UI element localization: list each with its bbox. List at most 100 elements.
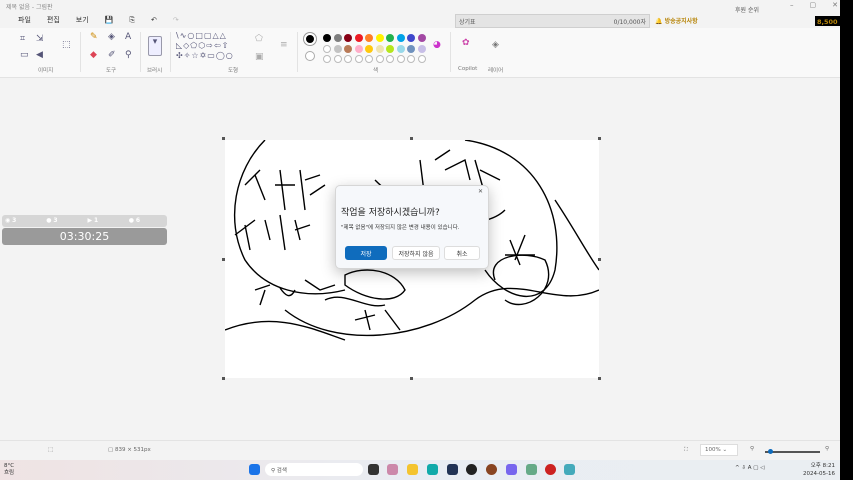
color-swatch[interactable] [323,34,331,42]
zoom-in-icon[interactable]: ⚲ [825,446,829,452]
copilot-taskbar-icon[interactable] [387,464,398,475]
fit-icon[interactable]: ⛶ [684,447,688,454]
color-swatch[interactable] [407,55,415,63]
tray-icons[interactable]: ^ ⇩ A ▢ ◁ [735,465,764,471]
color-swatch[interactable] [354,44,363,53]
cancel-button[interactable]: 취소 [444,246,480,260]
pencil-icon[interactable]: ✎ [90,32,98,42]
color-picker-icon[interactable]: ✐ [108,50,116,60]
color-swatch[interactable] [354,34,363,42]
edge-icon[interactable] [427,464,438,475]
color-swatch[interactable] [417,55,426,63]
color-swatch[interactable] [396,34,405,42]
fill-shape-icon[interactable]: ▣ [255,52,264,62]
maximize-button[interactable]: ▢ [810,1,817,9]
color-swatch[interactable] [333,55,342,63]
minimize-button[interactable]: – [790,1,794,9]
edit-colors-icon[interactable]: ◕ [433,40,441,50]
color-swatch[interactable] [354,55,363,63]
secondary-color[interactable] [305,51,315,61]
group-copilot: Copilot [458,66,478,72]
game-icon[interactable] [486,464,497,475]
magnifier-icon[interactable]: ⚲ [125,50,132,60]
color-swatch[interactable] [375,34,384,42]
color-swatch[interactable] [323,44,331,53]
resize-icon[interactable]: ⇲ [36,34,44,44]
eraser-icon[interactable]: ◆ [90,50,97,60]
brush-icon[interactable]: ▾ [148,36,162,56]
save-button[interactable]: 저장 [345,246,387,260]
clock[interactable]: 오후 8:21 2024-05-16 [803,462,835,478]
explorer-icon[interactable] [407,464,418,475]
dialog-close-button[interactable]: ✕ [478,188,483,195]
chat-input[interactable]: 상기표 0/10,000자 [455,14,650,28]
menu-edit[interactable]: 편집 [47,15,60,25]
canvas-size-text: 839 × 531px [114,447,151,453]
color-swatch[interactable] [344,55,352,63]
color-swatch[interactable] [417,44,426,53]
color-swatch[interactable] [365,44,373,53]
weather-widget[interactable]: 8°C 흐림 [4,463,14,477]
color-swatch[interactable] [344,44,352,53]
zoom-slider[interactable] [765,449,820,454]
color-swatch[interactable] [396,44,405,53]
color-swatch[interactable] [386,55,394,63]
save-icon[interactable]: 💾 [105,16,114,24]
copilot-icon[interactable]: ✿ [462,38,470,48]
color-swatch[interactable] [407,34,415,42]
color-swatch[interactable] [375,44,384,53]
color-swatch[interactable] [417,34,426,42]
color-swatch[interactable] [333,44,342,53]
flip-icon[interactable]: ▭ [20,50,29,60]
color-swatch[interactable] [365,55,373,63]
fill-icon[interactable]: ◈ [108,32,115,42]
color-swatch[interactable] [396,55,405,63]
crop-icon[interactable]: ⌗ [20,34,25,44]
discord-icon[interactable] [506,464,517,475]
undo-icon[interactable]: ↶ [151,16,157,24]
stat-viewers: ◉ 3 [5,217,17,224]
primary-color[interactable] [304,33,316,45]
shape-size-icon[interactable]: ≡ [280,40,288,50]
select-icon[interactable]: ⬚ [62,40,71,50]
start-icon[interactable] [249,464,260,475]
stream-stats: ◉ 3 ● 3 ▶ 1 ● 6 [2,215,167,227]
app-icon[interactable] [466,464,477,475]
clock-time: 오후 8:21 [810,463,835,469]
search-box[interactable]: ⚲ 검색 [265,463,363,476]
store-icon[interactable] [447,464,458,475]
dont-save-button[interactable]: 저장하지 않음 [392,246,440,260]
dialog-title: 작업을 저장하시겠습니까? [341,208,440,218]
window-controls: – ▢ ✕ [790,1,838,9]
color-swatch[interactable] [333,34,342,42]
outline-icon[interactable]: ⬠ [255,34,263,44]
paint-icon[interactable] [564,464,575,475]
color-swatch[interactable] [386,34,394,42]
share-icon[interactable]: ⎘ [129,16,135,25]
zoom-select[interactable]: 100% ⌄ [700,444,738,456]
color-swatch[interactable] [375,55,384,63]
save-dialog: ✕ 작업을 저장하시겠습니까? "제목 없음"에 저장되지 않은 변경 내용이 … [335,185,489,269]
notice-label: 🔔 방송공지사항 [655,18,698,25]
group-shapes: 도형 [228,68,239,74]
taskview-icon[interactable] [368,464,379,475]
close-window-button[interactable]: ✕ [832,1,838,9]
color-swatch[interactable] [323,55,331,63]
text-icon[interactable]: A [125,32,131,42]
chat-counter: 0/10,000자 [613,19,646,26]
redo-icon[interactable]: ↷ [173,16,179,24]
menu-file[interactable]: 파일 [18,15,31,25]
color-swatch[interactable] [386,44,394,53]
color-swatch[interactable] [407,44,415,53]
zoom-out-icon[interactable]: ⚲ [750,446,754,452]
shapes-icon[interactable]: \∿○□▢△△ ◺◇⬠⬡⇨⇦⇧ ✣✧☆✡▭◯○ [176,31,246,61]
color-swatch[interactable] [344,34,352,42]
menu-view[interactable]: 보기 [76,15,89,25]
color-swatch[interactable] [365,34,373,42]
phone-icon[interactable] [526,464,537,475]
obs-icon[interactable] [545,464,556,475]
layers-icon[interactable]: ◈ [492,40,499,50]
rotate-icon[interactable]: ◀ [36,50,43,60]
zoom-value: 100% [705,447,721,453]
status-bar: ⬚ ▢ 839 × 531px ⛶ 100% ⌄ ⚲ ⚲ [0,440,840,460]
